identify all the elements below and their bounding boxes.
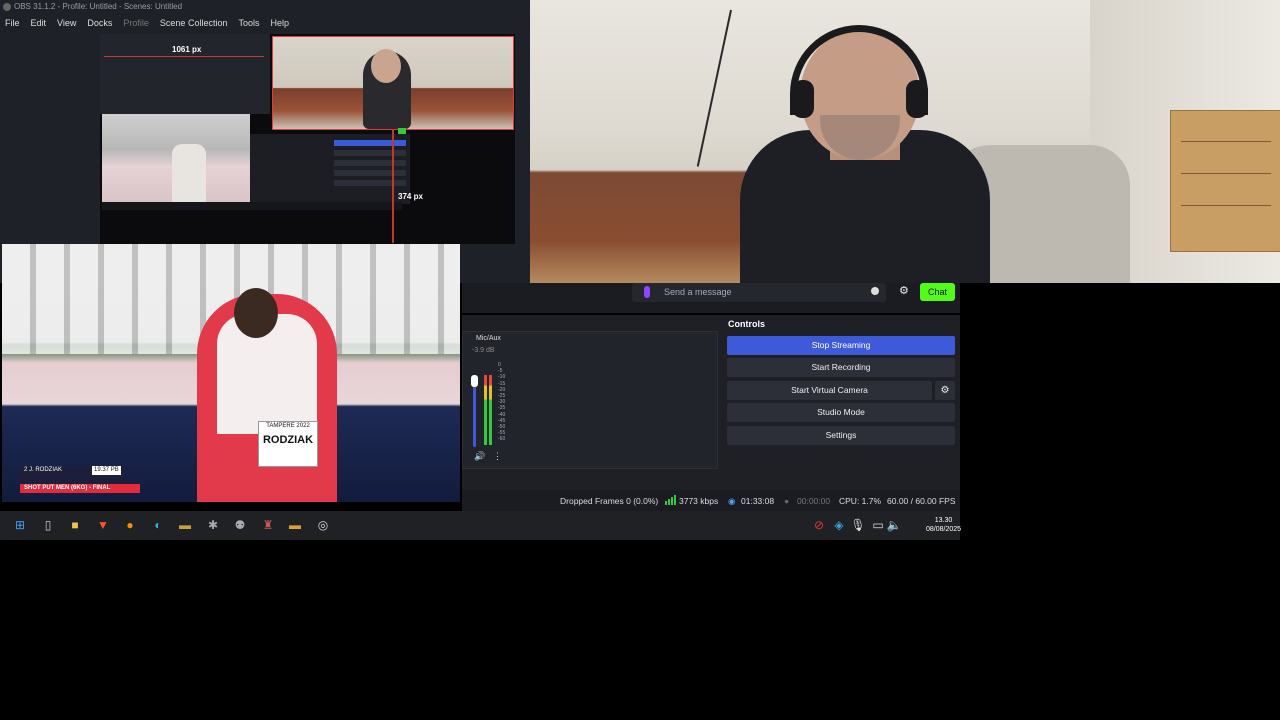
app-icon-2[interactable]: ✱ bbox=[205, 517, 221, 533]
nested-taskbar bbox=[102, 202, 402, 210]
chat-send-button[interactable]: Chat bbox=[920, 283, 955, 301]
window-title: OBS 31.1.2 - Profile: Untitled - Scenes:… bbox=[0, 0, 530, 14]
emote-icon[interactable] bbox=[871, 287, 879, 295]
height-guide-line bbox=[392, 129, 394, 243]
nested-webcam-capture bbox=[272, 36, 514, 130]
record-time: 00:00:00 bbox=[797, 496, 831, 506]
record-status-icon: ● bbox=[784, 496, 790, 506]
windows-start-icon[interactable]: ⊞ bbox=[12, 517, 28, 533]
mixer-source-name: Mic/Aux bbox=[476, 335, 501, 342]
event-title: SHOT PUT MEN (6KG) - FINAL bbox=[20, 484, 140, 493]
studio-mode-button[interactable]: Studio Mode bbox=[727, 403, 955, 422]
display-icon[interactable]: ▭ bbox=[870, 517, 886, 533]
app-icon-5[interactable]: ▬ bbox=[287, 517, 303, 533]
cpu-usage: CPU: 1.7% bbox=[839, 496, 882, 506]
menu-file[interactable]: File bbox=[0, 18, 26, 28]
meter-scale-label: -60 bbox=[498, 436, 506, 443]
start-virtual-camera-button[interactable]: Start Virtual Camera bbox=[727, 381, 932, 400]
volume-meter-right bbox=[489, 375, 492, 445]
virtual-camera-gear-icon[interactable]: ⚙ bbox=[935, 381, 955, 400]
nested-sport-capture bbox=[102, 114, 250, 202]
menu-bar: File Edit View Docks Profile Scene Colle… bbox=[0, 14, 530, 32]
width-guide-label: 1061 px bbox=[172, 45, 202, 54]
volume-icon[interactable]: 🔈 bbox=[886, 517, 902, 533]
athlete-bib: TAMPERE 2022 RODZIAK bbox=[258, 421, 318, 467]
chat-settings-gear-icon[interactable]: ⚙ bbox=[899, 284, 909, 297]
menu-profile[interactable]: Profile bbox=[118, 18, 155, 28]
settings-button[interactable]: Settings bbox=[727, 426, 955, 445]
obs-icon[interactable]: ◎ bbox=[315, 517, 331, 533]
microphone-tray-icon[interactable]: 🎙 bbox=[850, 517, 866, 533]
meter-scale-label: -15 bbox=[498, 380, 506, 387]
clock[interactable]: 13.30 08/08/2025 bbox=[926, 516, 961, 534]
score-overlay: 2 J. RODZIAK 19.37 PB SHOT PUT MEN (6KG)… bbox=[20, 466, 140, 494]
menu-docks[interactable]: Docks bbox=[82, 18, 118, 28]
microphone-icon[interactable] bbox=[644, 286, 650, 298]
mixer-menu-icon[interactable]: ⋮ bbox=[493, 451, 502, 462]
dropped-frames: Dropped Frames 0 (0.0%) bbox=[560, 496, 659, 506]
menu-help[interactable]: Help bbox=[265, 18, 295, 28]
file-explorer-icon[interactable]: ■ bbox=[67, 517, 83, 533]
stream-status-icon: ◉ bbox=[728, 496, 736, 506]
app-icon-1[interactable]: ▬ bbox=[177, 517, 193, 533]
preview-canvas[interactable]: 1061 px 374 px bbox=[100, 34, 515, 244]
firefox-icon[interactable]: ● bbox=[122, 517, 138, 533]
status-bar: Dropped Frames 0 (0.0%) 3773 kbps ◉ 01:3… bbox=[462, 490, 960, 511]
clock-time: 13.30 bbox=[934, 517, 953, 524]
menu-edit[interactable]: Edit bbox=[26, 18, 53, 28]
meter-scale-label: -10 bbox=[498, 374, 506, 381]
nested-chat-button bbox=[398, 128, 406, 134]
antivirus-icon[interactable]: ⊘ bbox=[811, 517, 827, 533]
height-guide-label: 374 px bbox=[398, 192, 423, 201]
signal-bars-icon bbox=[665, 495, 676, 505]
network-icon[interactable]: ◈ bbox=[831, 517, 847, 533]
app-icon-4[interactable]: ♜ bbox=[260, 517, 276, 533]
mixer-db-value: -3.9 dB bbox=[472, 347, 495, 354]
notepad-icon[interactable]: ▯ bbox=[40, 517, 56, 533]
meter-scale-label: -35 bbox=[498, 405, 506, 412]
bitrate: 3773 kbps bbox=[679, 496, 719, 506]
stop-streaming-button[interactable]: Stop Streaming bbox=[727, 336, 955, 355]
start-recording-button[interactable]: Start Recording bbox=[727, 358, 955, 377]
edge-icon[interactable]: ◐ bbox=[150, 517, 166, 533]
chat-placeholder: Send a message bbox=[664, 287, 732, 297]
fps: 60.00 / 60.00 FPS bbox=[887, 496, 956, 506]
meter-scale: 0 -5 -10 -15 -20 -25 -30 -35 -40 -45 -50 -55 -60 bbox=[498, 362, 505, 443]
webcam-source bbox=[530, 0, 1280, 283]
obs-logo-icon bbox=[3, 3, 11, 11]
meter-scale-label: -40 bbox=[498, 411, 506, 418]
volume-meter-left bbox=[484, 375, 487, 445]
menu-scene-collection[interactable]: Scene Collection bbox=[155, 18, 234, 28]
controls-title: Controls bbox=[728, 319, 765, 329]
menu-view[interactable]: View bbox=[52, 18, 82, 28]
app-icon-3[interactable]: ⚉ bbox=[232, 517, 248, 533]
stream-time: 01:33:08 bbox=[741, 496, 775, 506]
clock-date: 08/08/2025 bbox=[926, 526, 962, 533]
menu-tools[interactable]: Tools bbox=[233, 18, 265, 28]
speaker-icon[interactable]: 🔊 bbox=[474, 451, 485, 462]
brave-browser-icon[interactable]: ▼ bbox=[95, 517, 111, 533]
volume-fader-handle[interactable] bbox=[471, 375, 478, 387]
nested-controls-dock bbox=[250, 134, 410, 204]
sport-broadcast-source: TAMPERE 2022 RODZIAK 2 J. RODZIAK 19.37 … bbox=[2, 244, 460, 502]
